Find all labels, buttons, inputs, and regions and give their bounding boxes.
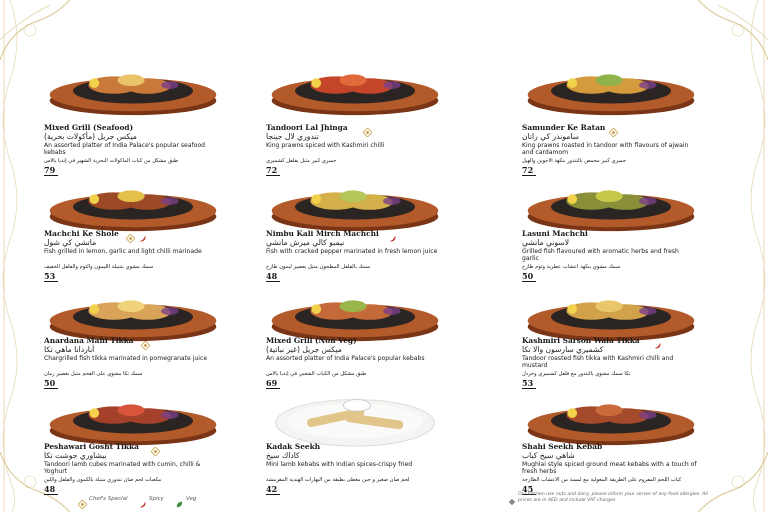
dish-name-arabic: أناردانا ماهي تكا [44,345,95,354]
legend-spicy-label: Spicy [149,496,164,502]
dish-card: Samunder Ke Ratan سامونذر كي راتان King pr… [522,56,722,189]
chef-special-icon [140,335,151,354]
dish-description-arabic: سمك مشوي بنكهة أعشاب عطرية وثوم طازج [522,264,621,270]
allergy-info-icon [508,491,516,510]
chef-special-icon [77,494,88,513]
chef-special-icon [150,441,161,460]
dish-price: 53 [44,271,56,281]
dish-name-arabic: كاداك سيخ [266,451,300,460]
dish-description-arabic: سمك تكا مشوي على الفحم متبل بعصير رمان [44,371,143,377]
dish-name-arabic: سامونذر كي راتان [522,132,579,141]
dish-card: Nimbu Kali Mirch Machchi نيمبو كالي ميرش … [266,172,466,295]
dish-card: Mixed Grill (Seafood) ميكس جريل (مأكولات … [44,56,244,189]
dish-card: Anardana Mahi Tikka أناردانا ماهي تكا Char… [44,282,244,402]
dish-description: King prawns roasted in tandoor with flav… [522,142,689,157]
dish-photo [522,386,700,448]
dish-description-arabic: طبق مشكل من كباب المأكولات البحرية الشهي… [44,158,179,164]
dish-name-arabic: ميكس جريل (مأكولات بحرية) [44,132,137,141]
dish-price: 48 [266,271,278,281]
dish-price: 48 [44,484,56,494]
dish-photo [44,386,222,448]
dish-description: An assorted platter of India Palace's po… [266,355,425,362]
chef-special-icon [608,122,619,141]
dish-price: 42 [266,484,278,494]
dish-photo [44,282,222,344]
legend-chef-label: Chef's Special [89,496,128,502]
dish-name-arabic: بيشاوري جوشت تكا [44,451,107,460]
veg-icon [175,494,184,513]
spicy-icon [653,335,662,354]
dish-photo [522,282,700,344]
dish-description: Mughlai style spiced ground meat kebabs … [522,461,697,476]
dish-name: Peshawari Gosht Tikka [44,442,139,451]
dish-description-arabic: مكعبات لحم ضأن تندوري متبلة بالكمون والف… [44,477,162,483]
dish-price: 50 [522,271,534,281]
dish-photo [266,56,444,118]
dish-name-arabic: لاسوني ماتشي [522,238,570,247]
dish-description: Grilled fish flavoured with aromatic her… [522,248,679,263]
dish-description-arabic: طبق مشكل من الكباب الشعبي في إنديا بالاس [266,371,367,377]
allergy-note: Our kitchen use nuts and dairy, please i… [518,492,708,503]
chef-special-icon [125,228,136,247]
dish-description-arabic: سمك بالفلفل المطحون متبل بعصير ليمون طاز… [266,264,371,270]
dish-card: Tandoori Lal Jhinga تندوري لال جينجا King … [266,56,466,189]
dish-card: Kadak Seekh كاداك سيخ Mini lamb kebabs wit… [266,386,466,508]
dish-photo [266,172,444,234]
dish-description: An assorted platter of India Palace's po… [44,142,205,157]
dish-name: Kashmiri Sarson Wala Tikka [522,336,640,345]
legend-veg-label: Veg [186,496,197,502]
dish-description-arabic: سمك مشوي بتتبيلة الليمون والثوم والفلفل … [44,264,154,270]
dish-card: Kashmiri Sarson Wala Tikka كشميري سارسون … [522,282,722,402]
dish-name-arabic: ماتشي كي شول [44,238,97,247]
dish-name-arabic: تندوري لال جينجا [266,132,319,141]
dish-name: Samunder Ke Ratan [522,123,606,132]
dish-description-arabic: جمبري كبير متبل بفلفل كشميري [266,158,337,164]
dish-photo [522,56,700,118]
dish-name: Shahi Seekh Kebab [522,442,603,451]
dish-photo [44,172,222,234]
dish-photo [522,172,700,234]
dish-name-arabic: نيمبو كالي ميرش ماتشي [266,238,345,247]
dish-description: Fish with cracked pepper marinated in fr… [266,248,438,255]
chef-special-icon [362,122,373,141]
dish-description: Mini lamb kebabs with Indian spices-cris… [266,461,413,468]
price-underline [266,494,280,495]
dish-name-arabic: شاهي سيخ كباب [522,451,575,460]
spicy-icon [138,494,147,513]
dish-name: Kadak Seekh [266,442,321,451]
price-underline [44,494,58,495]
dish-card: Shahi Seekh Kebab شاهي سيخ كباب Mughlai st… [522,386,722,508]
dish-photo [44,56,222,118]
dish-card: Lasuni Machchi لاسوني ماتشي Grilled fish f… [522,172,722,295]
spicy-icon [388,228,397,247]
dish-name-arabic: ميكس جريل (غير نباتية) [266,345,342,354]
dish-description: Chargrilled fish tikka marinated in pome… [44,355,208,362]
dish-card: Peshawari Gosht Tikka بيشاوري جوشت تكا Tan… [44,386,244,508]
dish-name: Tandoori Lal Jhinga [266,123,348,132]
dish-description-arabic: تكا سمك مشوي بالتندور مع فلفل كشميري وخر… [522,371,631,377]
dish-description-arabic: لحم ضأن صغير و جبن مغطى بطبقة من البهارا… [266,477,410,483]
dish-name: Lasuni Machchi [522,229,588,238]
dish-description-arabic: جمبري كبير محمص بالتندور بنكهة الأجوين و… [522,158,627,164]
dish-name: Nimbu Kali Mirch Machchi [266,229,379,238]
dish-name: Mixed Grill (Seafood) [44,123,134,132]
spicy-icon [138,228,147,247]
dish-description: Fish grilled in lemon, garlic and light … [44,248,202,255]
dish-photo [266,386,444,448]
dish-name: Anardana Mahi Tikka [44,336,134,345]
left-ornamental-border [0,0,28,513]
dish-card: Machchi Ke Shole ماتشي كي شول Fish grilled… [44,172,244,295]
dish-name: Machchi Ke Shole [44,229,119,238]
dish-description: Tandoor roasted fish tikka with Kashmiri… [522,355,674,370]
dish-description: King prawns spiced with Kashmiri chilli [266,142,385,149]
dish-name: Mixed Grill (Non Veg) [266,336,357,345]
dish-description: Tandoori lamb cubes marinated with cumin… [44,461,201,476]
right-ornamental-border [740,0,768,513]
dish-name-arabic: كشميري سارسون والا تكا [522,345,604,354]
dish-photo [266,282,444,344]
dish-description-arabic: كباب اللحم المفروم على الطريقة المغولية … [522,477,682,483]
dish-card: Mixed Grill (Non Veg) ميكس جريل (غير نبات… [266,282,466,402]
